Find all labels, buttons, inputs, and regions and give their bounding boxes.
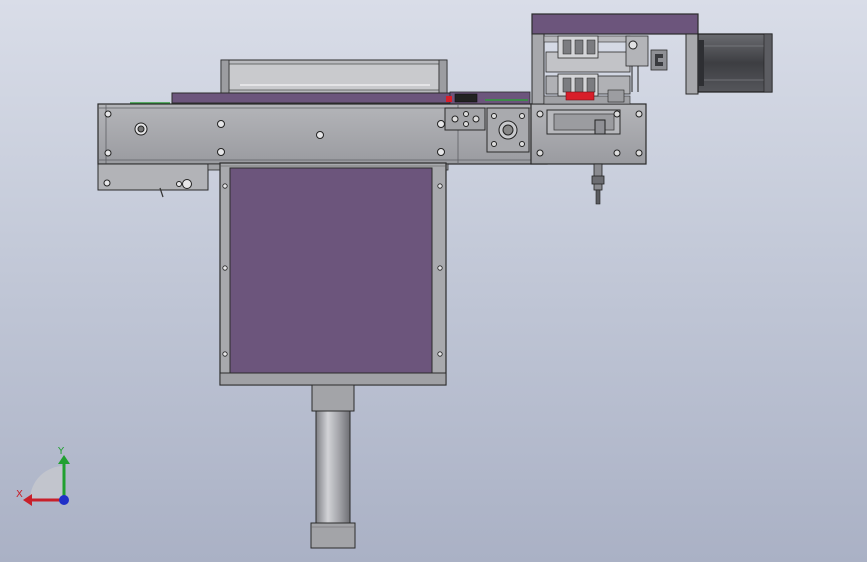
z-axis-dot-icon (59, 495, 69, 505)
sensor-block-icon (454, 93, 478, 103)
x-axis-label: X (16, 489, 23, 500)
y-axis-label: Y (57, 446, 65, 457)
probe-pin (591, 163, 605, 205)
air-cylinder (310, 384, 356, 549)
coordinate-triad-icon: Y X (16, 446, 70, 506)
right-frame (530, 103, 647, 165)
purple-top-strip (130, 91, 531, 105)
x-axis-arrowhead-icon (23, 494, 32, 506)
cad-viewport[interactable]: Y X (0, 0, 867, 562)
red-part-icon (565, 91, 595, 101)
indicator-red-icon (446, 96, 452, 102)
purple-hopper (219, 162, 447, 386)
assembly-model[interactable]: Y X (0, 0, 867, 562)
top-tray (220, 59, 448, 94)
stepper-motor (697, 33, 773, 93)
